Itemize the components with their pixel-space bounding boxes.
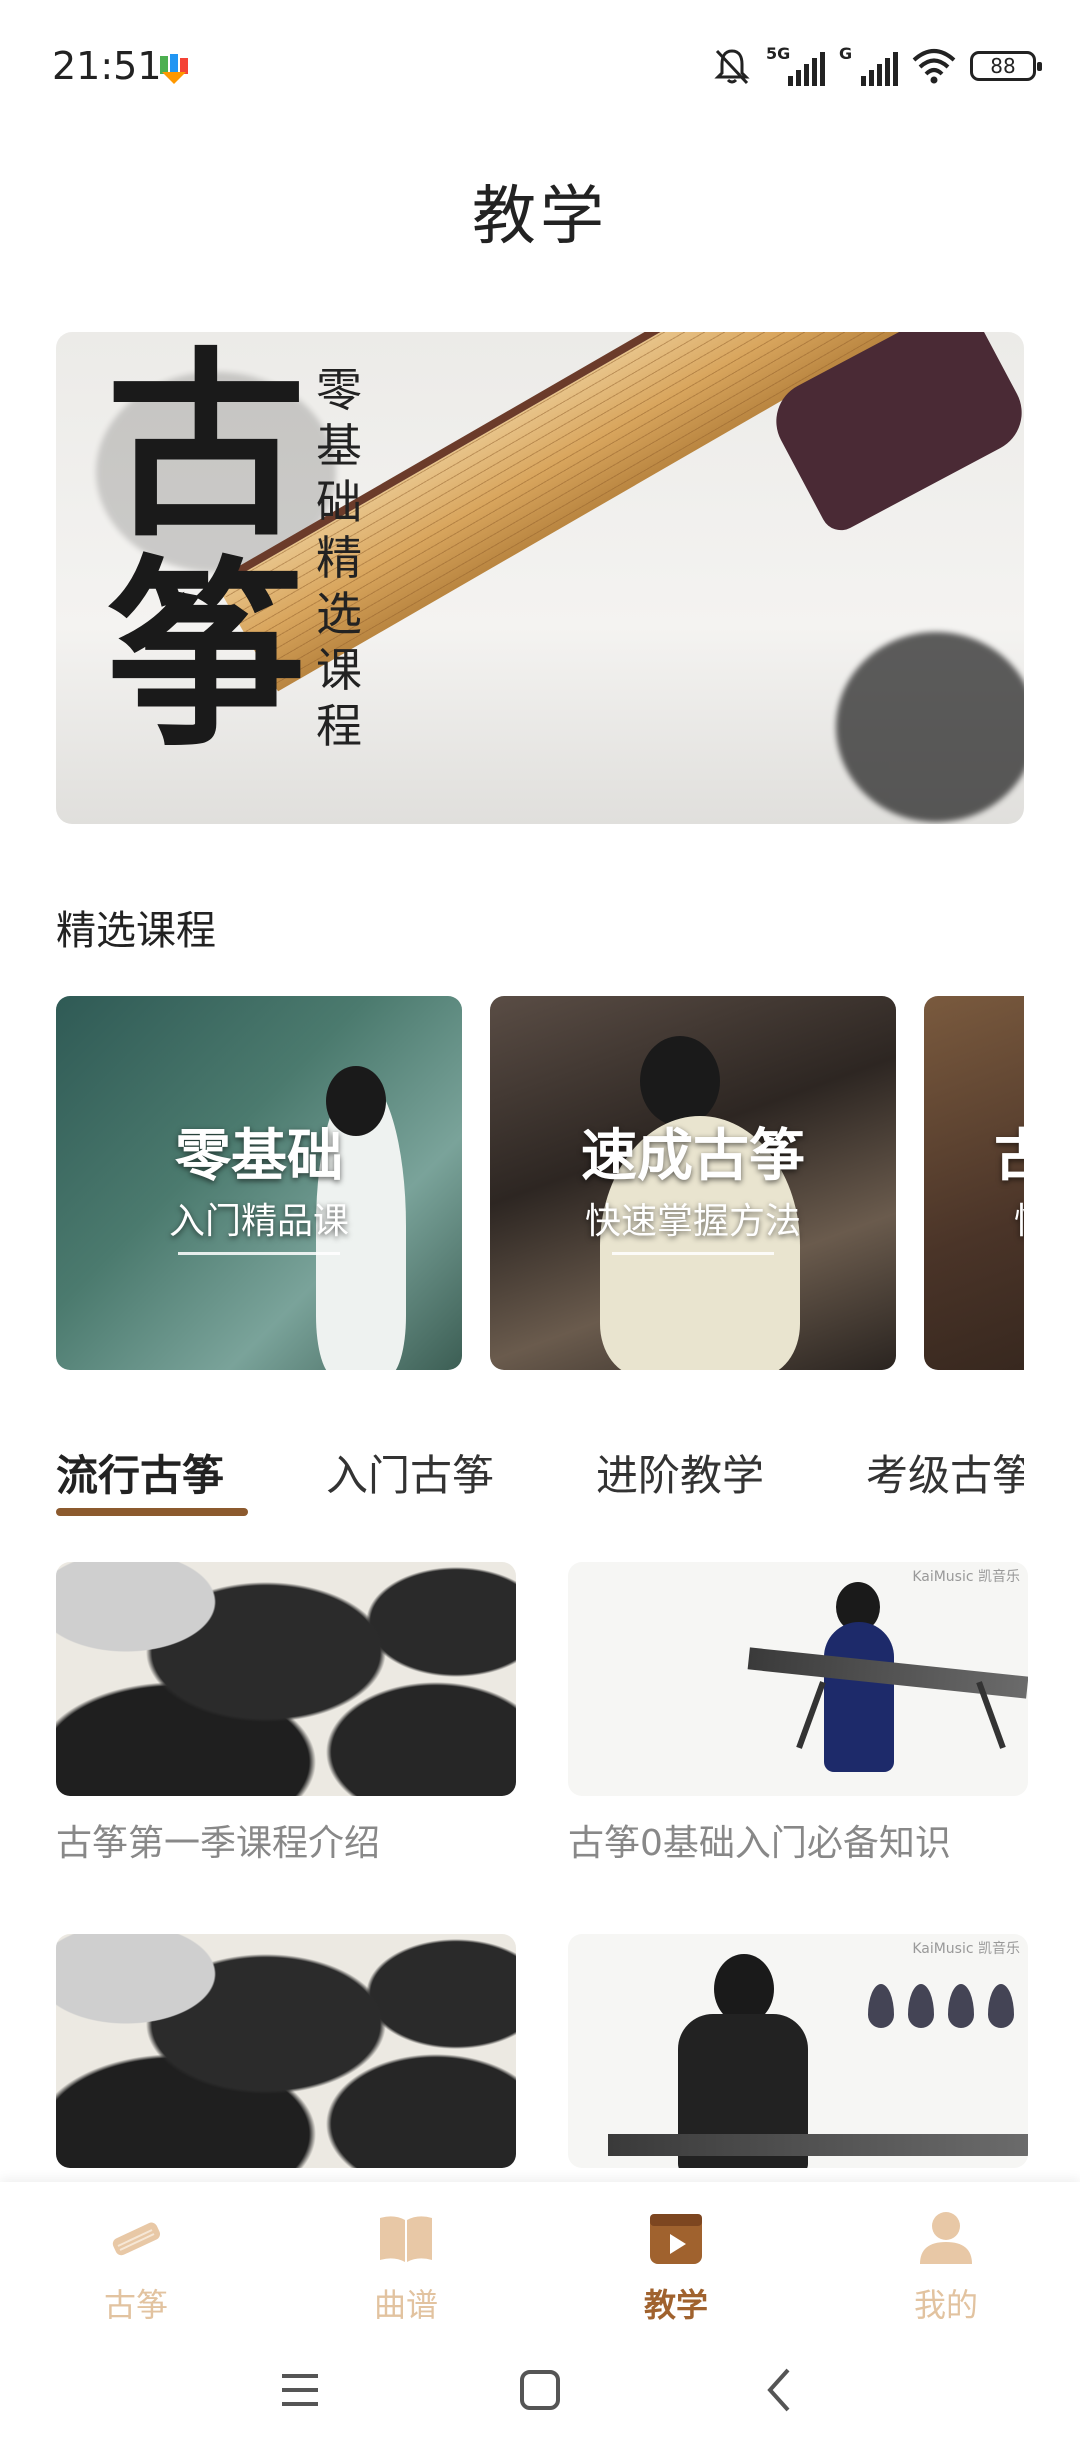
back-icon[interactable] (750, 2360, 810, 2420)
home-icon[interactable] (510, 2360, 570, 2420)
nav-guzheng[interactable]: 古筝 (66, 2206, 206, 2326)
video-title: 古筝0基础入门必备知识 (568, 1823, 951, 1864)
video-item[interactable]: KaiMusic 凯音乐 (568, 1934, 1028, 2168)
nav-teaching[interactable]: 教学 (606, 2206, 746, 2326)
banner-calligraphy: 古筝 (106, 332, 307, 774)
guzheng-icon (112, 2222, 161, 2256)
nav-mine[interactable]: 我的 (876, 2206, 1016, 2326)
status-icons: 5G G 88 (712, 44, 1042, 88)
video-item[interactable] (56, 1934, 516, 2168)
tab-beginner-guzheng[interactable]: 入门古筝 (326, 1442, 494, 1503)
featured-card-quick[interactable]: 速成古筝 快速掌握方法 (490, 996, 896, 1370)
tab-advanced-teaching[interactable]: 进阶教学 (596, 1442, 764, 1503)
video-thumbnail[interactable] (56, 1562, 516, 1796)
user-icon (920, 2212, 972, 2264)
tab-pop-guzheng[interactable]: 流行古筝 (56, 1442, 224, 1503)
bottom-navigation: 古筝 曲谱 教学 我的 (0, 2182, 1080, 2330)
featured-card-3[interactable]: 古 快 (924, 996, 1024, 1370)
video-logo: KaiMusic 凯音乐 (912, 1941, 1020, 1957)
video-item[interactable]: KaiMusic 凯音乐 古筝0基础入门必备知识 (568, 1562, 1028, 1866)
banner-vertical-text: 零基础精选课程 (316, 363, 362, 753)
video-icon (650, 2214, 702, 2264)
tab-active-indicator (56, 1508, 248, 1516)
status-time: 21:51 (52, 44, 162, 88)
video-logo: KaiMusic 凯音乐 (912, 1569, 1020, 1585)
video-thumbnail[interactable]: KaiMusic 凯音乐 (568, 1562, 1028, 1796)
featured-section-title: 精选课程 (56, 908, 216, 954)
banner-carousel[interactable]: 古筝 零基础精选课程 (56, 332, 1024, 824)
status-bar: 21:51 5G G 88 (0, 0, 1080, 130)
featured-course-list[interactable]: 零基础 入门精品课 速成古筝 快速掌握方法 古 快 (56, 996, 1024, 1372)
mute-bell-icon (714, 49, 750, 85)
signal-g-icon: G (839, 44, 898, 86)
page-title: 教学 (472, 180, 608, 254)
video-thumbnail[interactable]: KaiMusic 凯音乐 (568, 1934, 1028, 2168)
nav-sheet-music[interactable]: 曲谱 (336, 2206, 476, 2326)
wifi-icon (912, 49, 956, 84)
signal-5g-icon: 5G (766, 44, 825, 86)
book-icon (380, 2216, 432, 2262)
video-item[interactable]: 古筝第一季课程介绍 (56, 1562, 516, 1866)
battery-icon: 88 (970, 51, 1042, 81)
system-navigation-bar (0, 2330, 1080, 2460)
featured-card-beginner[interactable]: 零基础 入门精品课 (56, 996, 462, 1370)
tab-exam-guzheng[interactable]: 考级古筝 (866, 1442, 1024, 1503)
menu-icon[interactable] (270, 2360, 330, 2420)
notification-app-icon (160, 54, 188, 84)
video-title: 古筝第一季课程介绍 (56, 1823, 381, 1864)
video-thumbnail[interactable] (56, 1934, 516, 2168)
